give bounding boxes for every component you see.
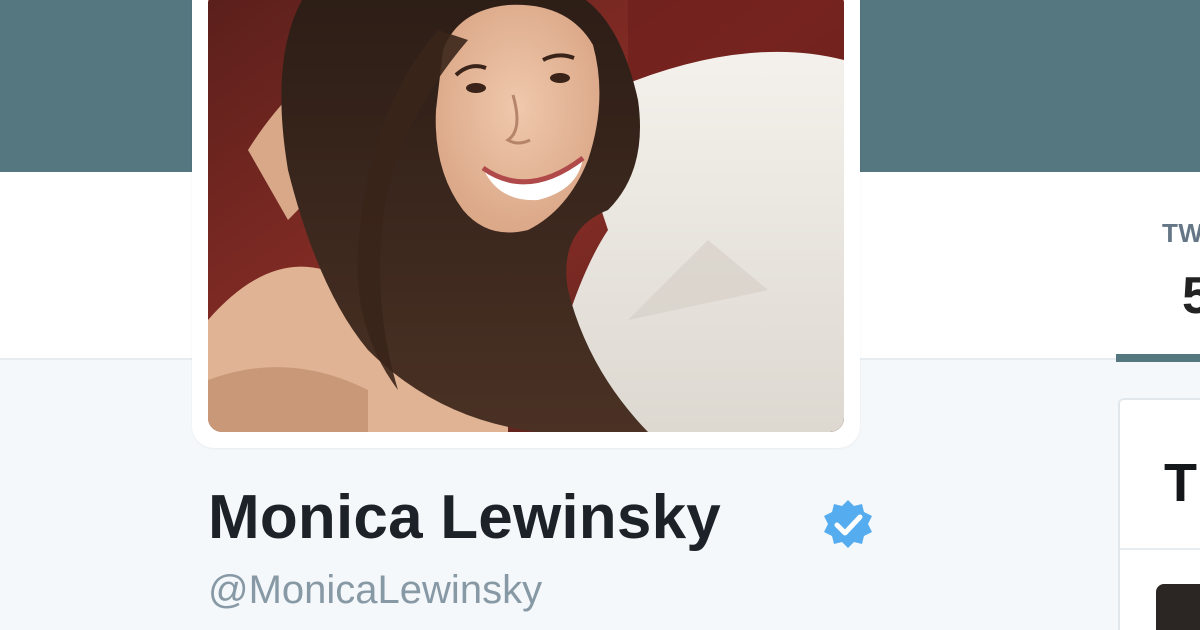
profile-avatar[interactable] — [208, 0, 844, 432]
tweets-label: TW — [1162, 218, 1200, 248]
divider — [1120, 548, 1200, 550]
profile-screen-name[interactable]: @MonicaLewinsky — [208, 568, 542, 613]
active-tab-underline — [1116, 354, 1200, 362]
profile-photo — [208, 0, 844, 432]
side-card-thumbnail[interactable] — [1156, 584, 1200, 630]
verified-check-icon — [820, 498, 876, 554]
side-card: T — [1118, 398, 1200, 630]
tweets-count: 5 — [1182, 267, 1200, 325]
tweets-stat[interactable]: TW 5 — [1116, 172, 1200, 362]
profile-name: Monica Lewinsky — [208, 483, 721, 552]
side-card-title: T — [1164, 453, 1197, 513]
